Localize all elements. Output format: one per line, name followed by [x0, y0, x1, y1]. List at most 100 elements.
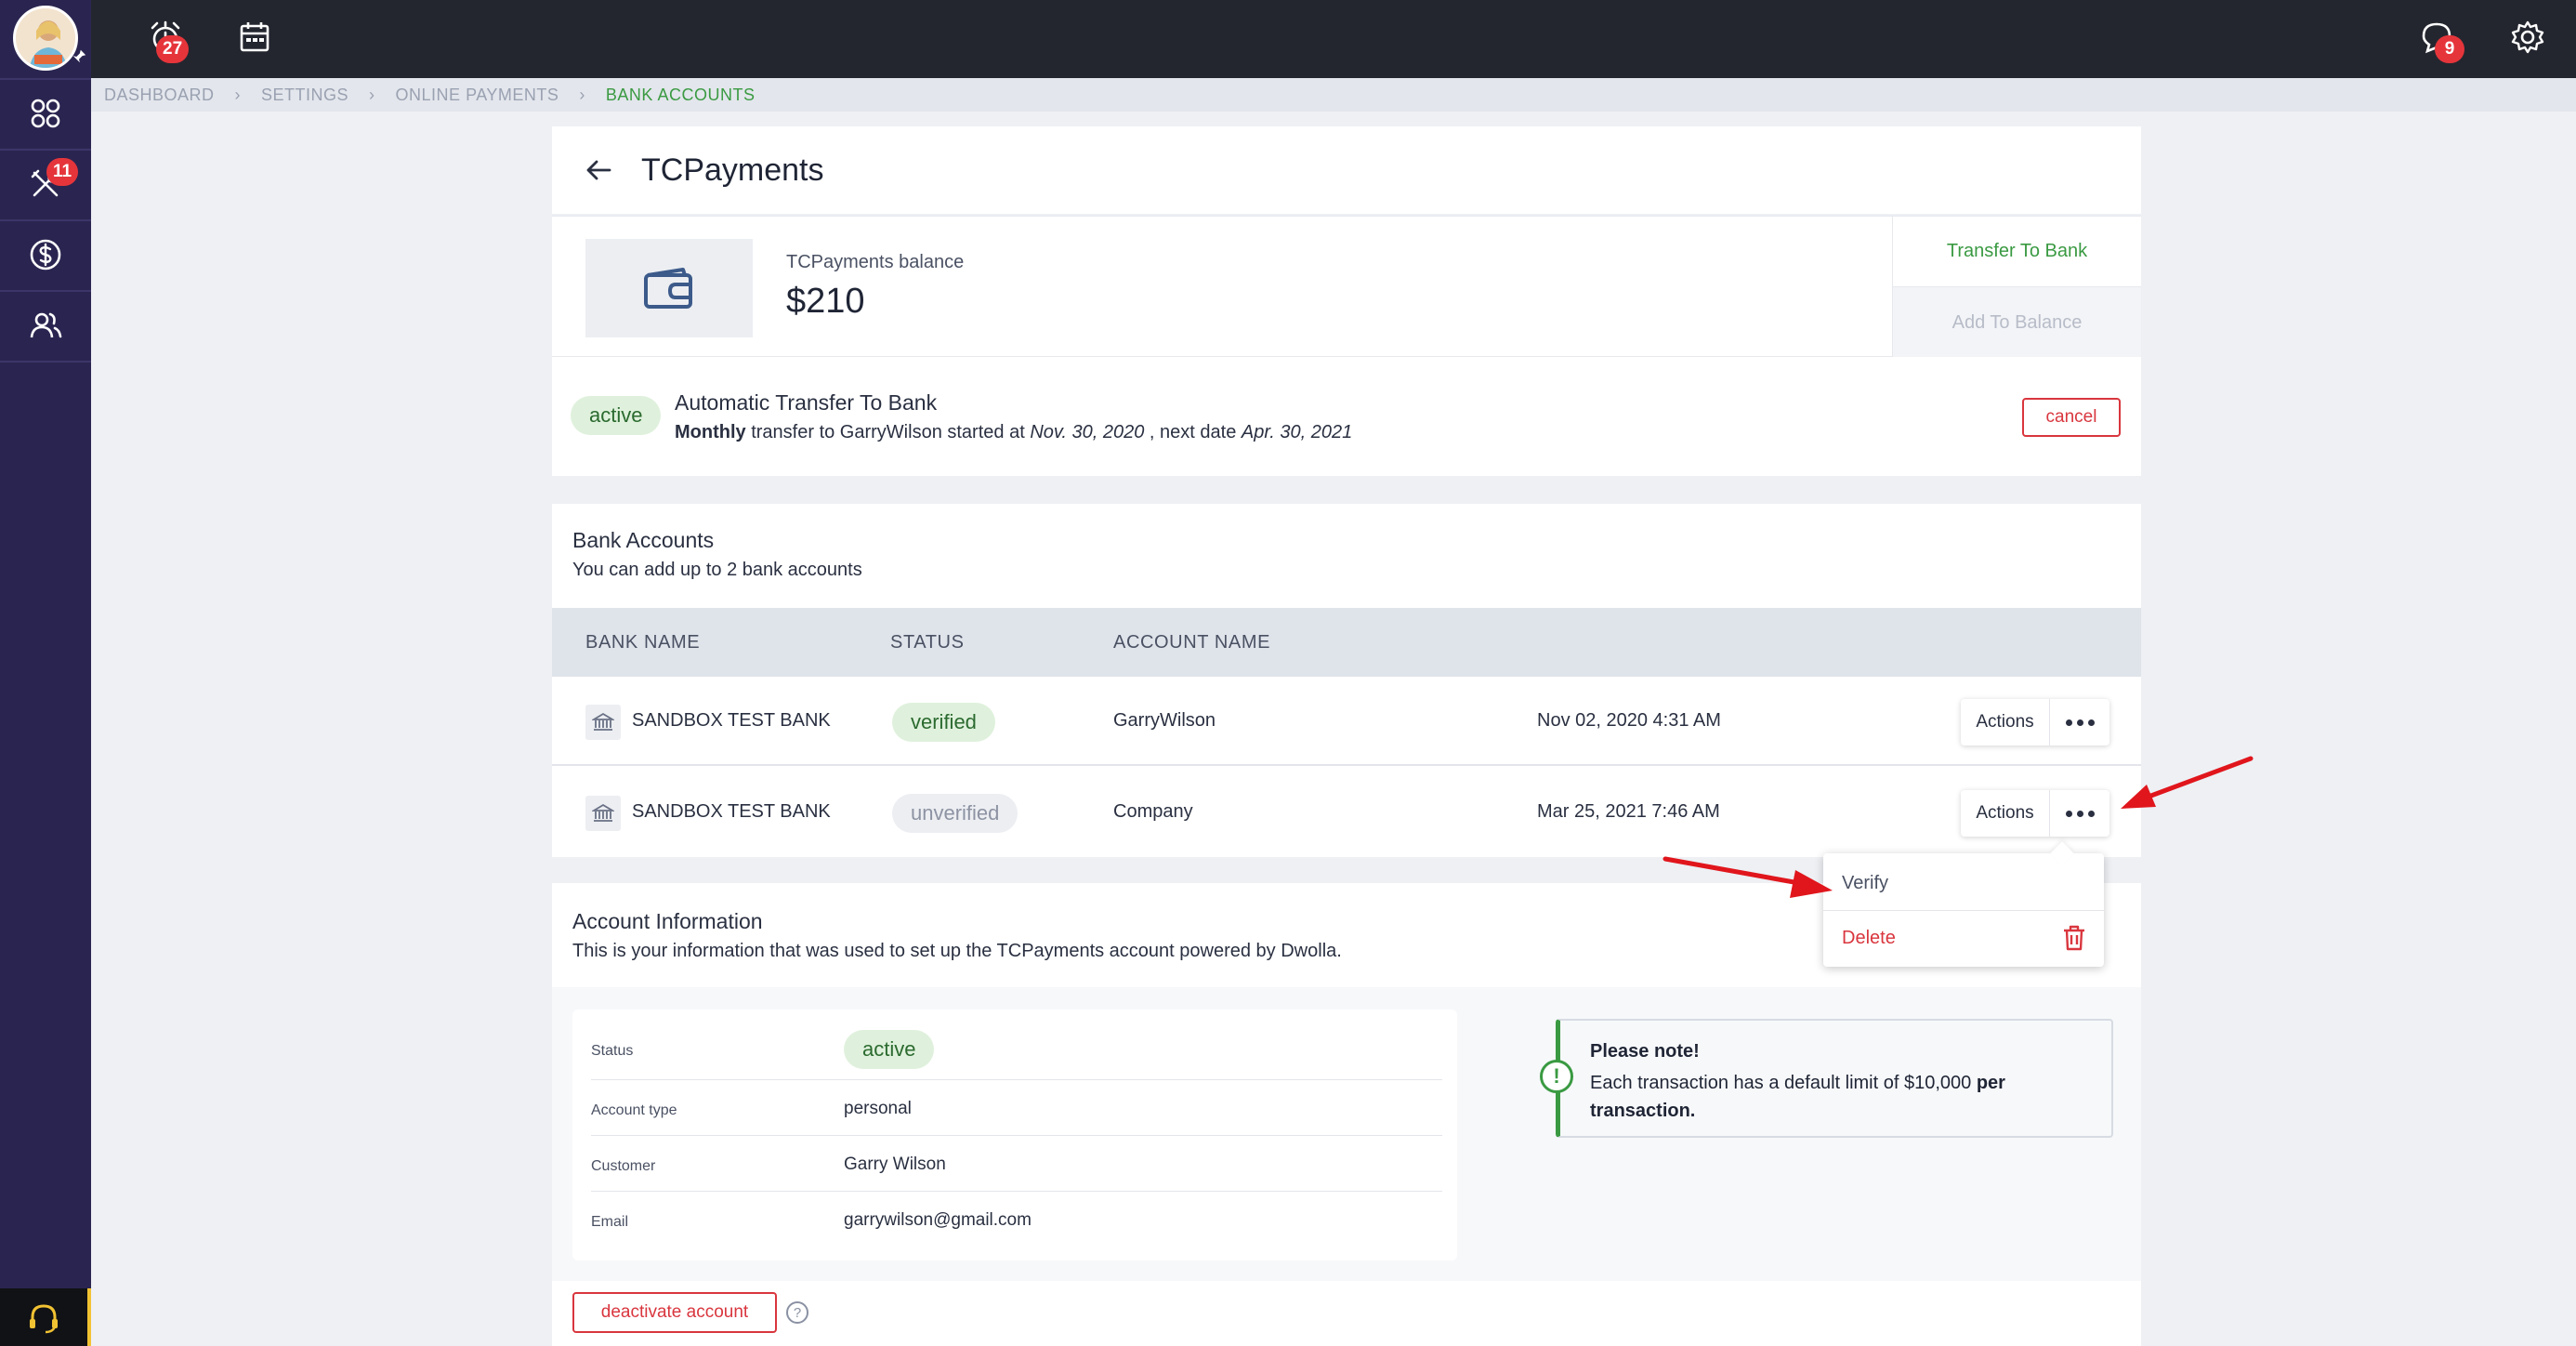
notice-text: Each transaction has a default limit of …: [1590, 1069, 2092, 1125]
gear-icon: [2511, 20, 2544, 54]
annotation-arrow-icon: [2121, 756, 2254, 809]
limit-notice: ! Please note! Each transaction has a de…: [1540, 1019, 2113, 1138]
detail-value: Garry Wilson: [844, 1155, 946, 1174]
actions-dropdown: Verify Delete: [1823, 853, 2104, 967]
auto-transfer-row: active Automatic Transfer To Bank Monthl…: [552, 357, 2141, 476]
account-details-table: Status active Account type personal Cust…: [572, 1010, 1457, 1260]
transfer-to-bank-button[interactable]: Transfer To Bank: [1893, 217, 2141, 287]
transfer-next-date: Apr. 30, 2021: [1241, 422, 1353, 442]
account-actions-strip: deactivate account ?: [552, 1281, 2141, 1346]
balance-card: TCPayments balance $210 Transfer To Bank…: [552, 216, 2141, 358]
chat-badge: 9: [2435, 35, 2464, 63]
bank-name: SANDBOX TEST BANK: [632, 710, 831, 731]
dollar-circle-icon: [30, 239, 61, 271]
chevron-right-icon: ›: [369, 85, 375, 104]
pin-icon: [72, 49, 86, 63]
sidebar-item-tools[interactable]: [0, 149, 91, 219]
alarm-badge: 27: [156, 35, 190, 63]
grid-icon: [31, 99, 60, 128]
detail-row-status: Status active: [591, 1021, 1442, 1080]
actions-menu: Actions: [1961, 699, 2109, 746]
deactivate-account-button[interactable]: deactivate account: [572, 1292, 777, 1333]
headset-icon: [30, 1304, 58, 1334]
cancel-button[interactable]: cancel: [2022, 398, 2121, 437]
balance-value: $210: [786, 282, 865, 321]
help-icon[interactable]: ?: [786, 1301, 808, 1324]
support-button[interactable]: [0, 1288, 91, 1346]
breadcrumb-settings[interactable]: SETTINGS: [261, 86, 348, 105]
notice-title: Please note!: [1590, 1041, 1700, 1062]
delete-menu-item[interactable]: Delete: [1823, 911, 2104, 965]
back-arrow-icon[interactable]: [580, 152, 617, 189]
balance-actions: Transfer To Bank Add To Balance: [1892, 217, 2141, 358]
column-header-bank-name: BANK NAME: [585, 632, 701, 653]
sidebar-item-apps[interactable]: [0, 78, 91, 149]
auto-transfer-title: Automatic Transfer To Bank: [675, 390, 938, 415]
top-bar: [0, 0, 2576, 78]
created-date: Nov 02, 2020 4:31 AM: [1537, 710, 1721, 731]
calendar-icon: [240, 22, 269, 52]
table-header: BANK NAME STATUS ACCOUNT NAME: [552, 608, 2141, 677]
transfer-text-1: transfer to GarryWilson started at: [745, 422, 1031, 442]
exclamation-icon: !: [1540, 1060, 1573, 1093]
auto-transfer-description: Monthly transfer to GarryWilson started …: [675, 422, 1352, 443]
detail-row-email: Email garrywilson@gmail.com: [591, 1192, 1442, 1247]
page-header: TCPayments: [552, 126, 2141, 214]
breadcrumb: DASHBOARD › SETTINGS › ONLINE PAYMENTS ›…: [91, 78, 2576, 112]
annotation-arrow-icon: [1663, 856, 1833, 898]
avatar-image: [16, 8, 75, 68]
transfer-text-2: , next date: [1144, 422, 1242, 442]
trash-icon: [2064, 925, 2084, 951]
more-options-icon[interactable]: [2050, 810, 2109, 817]
breadcrumb-dashboard[interactable]: DASHBOARD: [104, 86, 215, 105]
detail-key: Email: [591, 1214, 629, 1230]
breadcrumb-online-payments[interactable]: ONLINE PAYMENTS: [396, 86, 559, 105]
users-icon: [30, 312, 62, 338]
column-header-account-name: ACCOUNT NAME: [1113, 632, 1271, 653]
bank-accounts-card: Bank Accounts You can add up to 2 bank a…: [552, 504, 2141, 857]
detail-value: personal: [844, 1099, 912, 1118]
column-header-status: STATUS: [890, 632, 965, 653]
account-information-title: Account Information: [572, 909, 763, 933]
settings-button[interactable]: [2504, 13, 2552, 61]
sidebar-item-users[interactable]: [0, 290, 91, 361]
notice-text-main: Each transaction has a default limit of …: [1590, 1073, 1977, 1093]
account-information-subtitle: This is your information that was used t…: [572, 941, 1342, 961]
sidebar-item-payments[interactable]: [0, 219, 91, 290]
more-options-icon[interactable]: [2050, 719, 2109, 726]
bank-name: SANDBOX TEST BANK: [632, 801, 831, 822]
add-to-balance-button[interactable]: Add To Balance: [1893, 287, 2141, 358]
account-name: Company: [1113, 801, 1193, 822]
chevron-right-icon: ›: [579, 85, 585, 104]
breadcrumb-bank-accounts: BANK ACCOUNTS: [605, 85, 756, 104]
bank-accounts-title: Bank Accounts: [572, 528, 715, 552]
sidebar: 11: [0, 0, 91, 1346]
transfer-start-date: Nov. 30, 2020: [1030, 422, 1145, 442]
actions-button[interactable]: Actions: [1961, 699, 2050, 746]
actions-button[interactable]: Actions: [1961, 790, 2050, 837]
bank-icon: [585, 796, 621, 831]
status-badge: active: [844, 1030, 935, 1069]
status-badge-verified: verified: [892, 703, 995, 742]
status-badge: active: [571, 396, 662, 435]
sidebar-divider: [0, 361, 91, 363]
detail-key: Status: [591, 1043, 634, 1059]
avatar[interactable]: [13, 6, 78, 71]
detail-key: Customer: [591, 1158, 656, 1174]
calendar-button[interactable]: [230, 13, 279, 61]
status-badge-unverified: unverified: [892, 794, 1019, 833]
detail-row-customer: Customer Garry Wilson: [591, 1136, 1442, 1192]
detail-row-account-type: Account type personal: [591, 1080, 1442, 1136]
verify-menu-item[interactable]: Verify: [1823, 857, 2104, 911]
bank-icon: [585, 705, 621, 740]
tools-badge: 11: [46, 158, 79, 186]
detail-value: garrywilson@gmail.com: [844, 1210, 1032, 1230]
account-name: GarryWilson: [1113, 710, 1216, 731]
page-title: TCPayments: [641, 152, 824, 188]
created-date: Mar 25, 2021 7:46 AM: [1537, 801, 1720, 822]
wallet-thumbnail: [585, 239, 753, 337]
actions-menu: Actions: [1961, 790, 2109, 837]
bank-accounts-subtitle: You can add up to 2 bank accounts: [572, 560, 862, 580]
wallet-icon: [644, 268, 692, 309]
detail-key: Account type: [591, 1102, 677, 1118]
